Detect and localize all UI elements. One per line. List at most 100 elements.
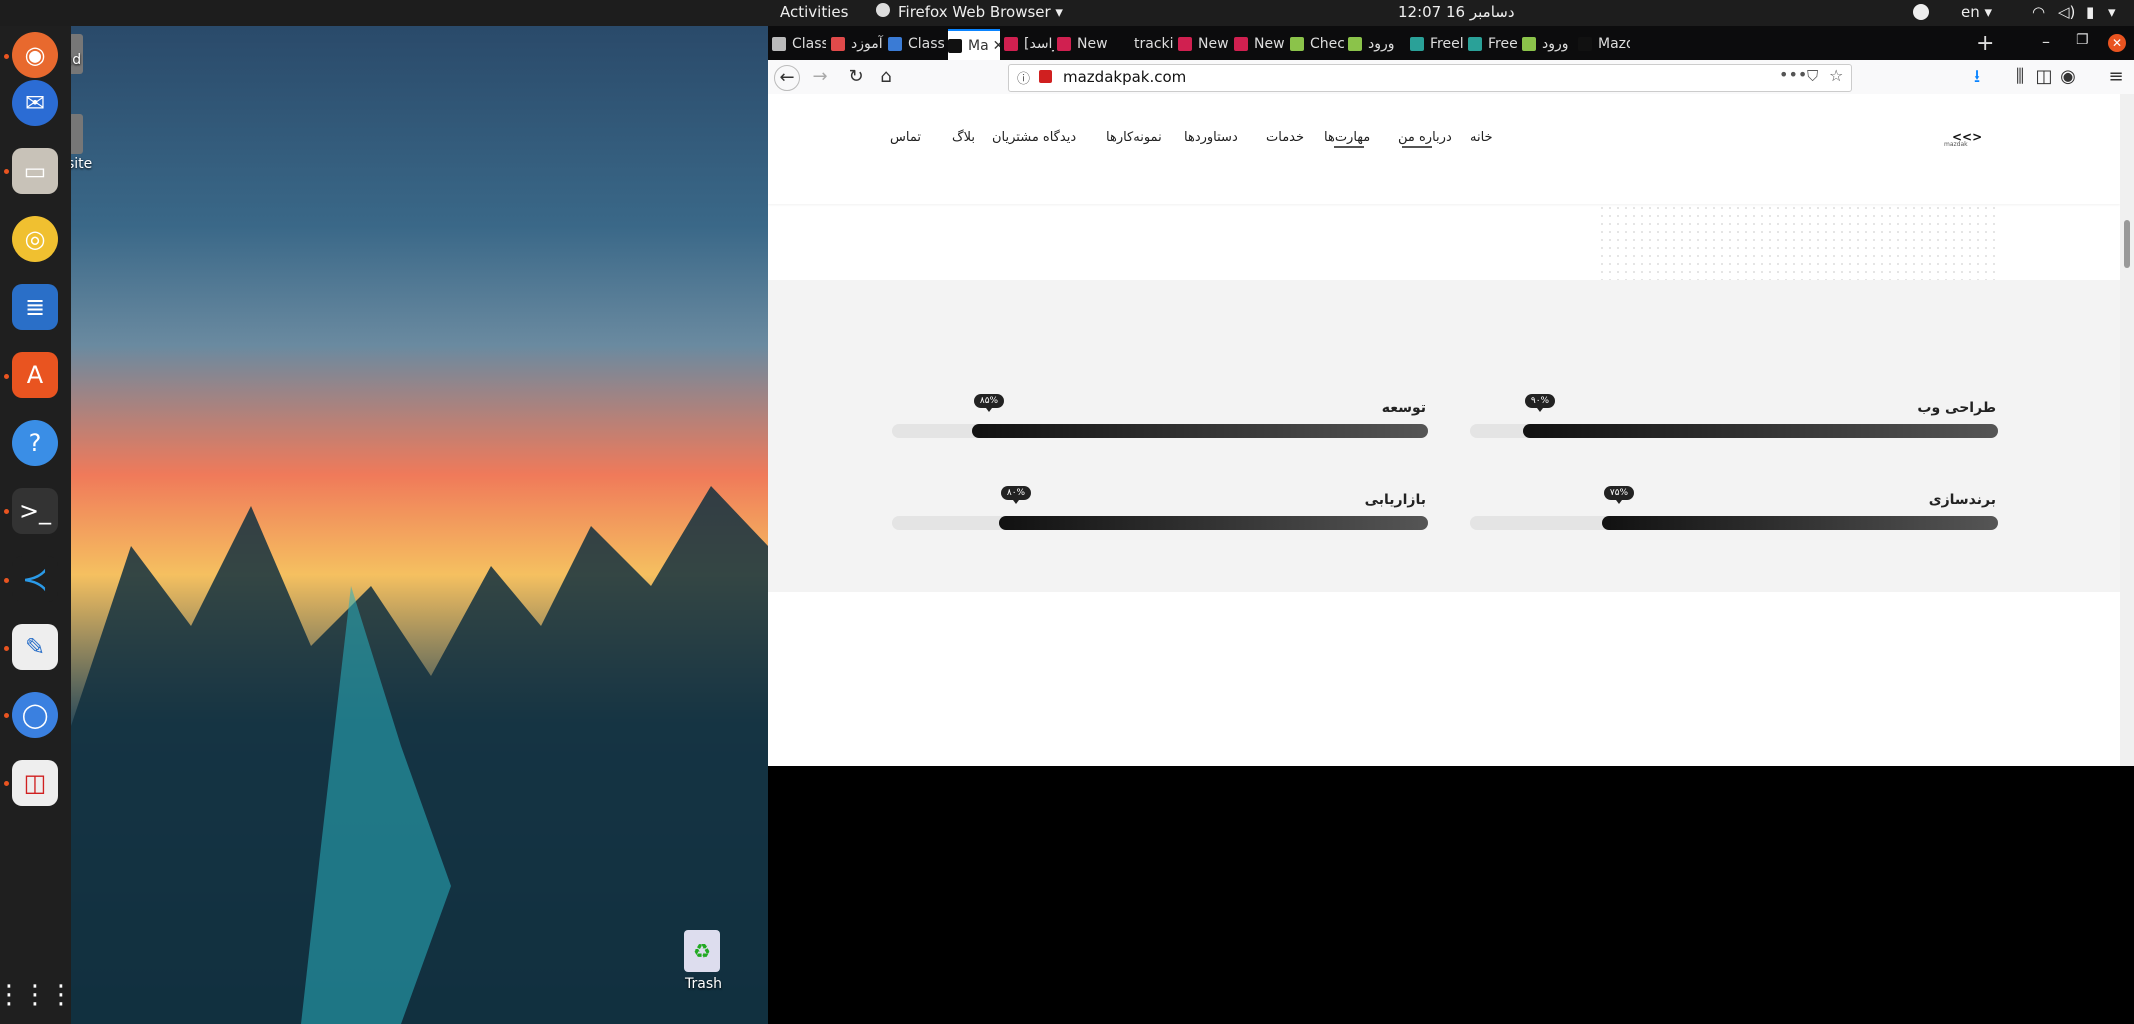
skype-tray-icon[interactable] — [1913, 4, 1929, 20]
tab-favicon — [1522, 36, 1536, 51]
tab-label: Mazd — [1598, 35, 1630, 52]
tab-strip: ClassآموزدClassMa✕[راسدNewtrackingNewNew… — [768, 26, 2134, 60]
menu-active-underline — [1402, 146, 1432, 148]
browser-tab[interactable]: New — [1234, 29, 1286, 58]
text-editor-icon[interactable]: ✎ — [12, 624, 58, 670]
firefox-icon[interactable]: ◉ — [12, 32, 58, 78]
menu-item[interactable]: تماس — [890, 130, 921, 145]
tab-favicon — [1178, 36, 1192, 51]
url-text[interactable]: mazdakpak.com — [1063, 68, 1186, 86]
browser-tab[interactable]: Freel — [1410, 29, 1464, 58]
browser-tab[interactable]: Class — [772, 29, 826, 58]
skill-percent-badge: ۹۰% — [1525, 394, 1555, 412]
skill-label: توسعه — [1381, 400, 1426, 416]
battery-icon[interactable]: ▮ — [2086, 3, 2094, 21]
tab-label: [راسد — [1024, 35, 1054, 52]
menu-item[interactable]: خانه — [1470, 130, 1493, 145]
browser-tab[interactable]: tracking — [1114, 29, 1174, 58]
tab-label: Freel — [1430, 35, 1464, 52]
browser-tab[interactable]: Mazd — [1578, 29, 1630, 58]
software-icon[interactable]: A — [12, 352, 58, 398]
language-selector[interactable]: en ▾ — [1961, 3, 1992, 21]
page-lower-area — [768, 592, 2120, 766]
tab-label: Class — [792, 35, 826, 52]
sidebar-icon[interactable]: ◫ — [2032, 65, 2056, 89]
tab-favicon — [1004, 36, 1018, 51]
browser-tab[interactable]: ورود — [1522, 29, 1576, 58]
skill-percent-badge: ۸۰% — [1001, 486, 1031, 504]
vscode-icon[interactable]: ≺ — [12, 556, 58, 602]
help-icon[interactable]: ? — [12, 420, 58, 466]
wifi-icon[interactable]: ◠ — [2032, 3, 2045, 21]
tab-favicon — [831, 36, 845, 51]
browser-tab[interactable]: New — [1178, 29, 1230, 58]
menu-item[interactable]: دیدگاه مشتریان — [992, 130, 1076, 145]
chromium-icon[interactable]: ◯ — [12, 692, 58, 738]
close-window-button[interactable]: ✕ — [2108, 34, 2126, 52]
web-page: <<> mazdak خانه درباره من مهارت‌ها خدمات دست… — [768, 94, 2120, 766]
document-viewer-icon[interactable]: ◫ — [12, 760, 58, 806]
pocket-icon[interactable]: ⛉ — [1807, 67, 1818, 85]
tab-label: New — [1254, 35, 1285, 52]
files-icon[interactable]: ▭ — [12, 148, 58, 194]
browser-tab[interactable]: Freel — [1468, 29, 1518, 58]
reload-button[interactable]: ↻ — [844, 65, 868, 89]
apps-grid-icon[interactable]: ⋮⋮⋮ — [0, 972, 74, 1018]
maximize-button[interactable]: ❐ — [2076, 32, 2089, 48]
activities-button[interactable]: Activities — [780, 3, 848, 21]
browser-tab[interactable]: New — [1057, 29, 1109, 58]
skill-label: برندسازی — [1928, 492, 1996, 508]
page-actions-icon[interactable]: ••• — [1779, 65, 1807, 84]
menu-item[interactable]: مهارت‌ها — [1324, 130, 1370, 145]
writer-icon[interactable]: ≣ — [12, 284, 58, 330]
library-icon[interactable]: ⫼ — [2008, 65, 2032, 89]
tab-favicon — [1348, 36, 1362, 51]
page-scrollbar[interactable] — [2120, 94, 2134, 766]
menu-item[interactable]: نمونه‌کارها — [1106, 130, 1162, 145]
site-logo[interactable]: <<> mazdak — [1944, 130, 1982, 148]
account-icon[interactable]: ◉ — [2056, 65, 2080, 89]
skill-progress-fill — [999, 516, 1428, 530]
terminal-icon[interactable]: >_ — [12, 488, 58, 534]
forward-button[interactable]: → — [808, 65, 832, 89]
menu-item[interactable]: خدمات — [1266, 130, 1304, 145]
back-button[interactable]: ← — [774, 65, 800, 91]
app-menu[interactable]: Firefox Web Browser ▾ — [898, 3, 1063, 21]
browser-tab[interactable]: [راسد — [1004, 29, 1054, 58]
home-button[interactable]: ⌂ — [874, 65, 898, 89]
menu-item[interactable]: درباره من — [1398, 130, 1452, 145]
clock[interactable]: 12:07 16 دسامبر — [1398, 3, 1515, 21]
system-menu-chevron-icon[interactable]: ▾ — [2108, 3, 2116, 21]
info-icon[interactable]: ⓘ — [1017, 68, 1030, 87]
tab-label: tracking — [1134, 35, 1174, 52]
browser-tab[interactable]: آموزد — [831, 29, 885, 58]
skills-section: طراحی وب ۹۰% توسعه ۸۵% برندسازی ۷۵% بازاریابی ۸… — [768, 280, 2120, 592]
browser-tab[interactable]: Chec — [1290, 29, 1344, 58]
thunderbird-icon[interactable]: ✉ — [12, 80, 58, 126]
trash-label: Trash — [685, 976, 722, 992]
new-tab-button[interactable]: + — [1976, 31, 1994, 56]
trash-icon[interactable]: ♻ — [684, 930, 720, 972]
rhythmbox-icon[interactable]: ◎ — [12, 216, 58, 262]
bookmark-star-icon[interactable]: ☆ — [1829, 66, 1843, 85]
close-tab-icon[interactable]: ✕ — [993, 38, 1000, 54]
downloads-icon[interactable]: ⭳ — [1965, 65, 1989, 89]
logo-text: mazdak — [1944, 141, 1968, 148]
skill-percent-badge: ۸۵% — [974, 394, 1004, 412]
minimize-button[interactable]: – — [2042, 32, 2050, 51]
tab-label: Freel — [1488, 35, 1518, 52]
site-header — [768, 94, 2120, 204]
volume-icon[interactable]: ◁) — [2058, 3, 2075, 21]
url-bar[interactable]: ⓘ mazdakpak.com ••• ⛉ ☆ — [1008, 64, 1852, 92]
menu-icon[interactable]: ≡ — [2104, 65, 2128, 89]
browser-tab[interactable]: ورود — [1348, 29, 1406, 58]
browser-tab[interactable]: Ma✕ — [948, 29, 1000, 60]
menu-item[interactable]: دستاوردها — [1184, 130, 1238, 145]
scrollbar-thumb[interactable] — [2124, 220, 2130, 268]
desktop-icon-site[interactable] — [71, 114, 83, 154]
skill-progress-fill — [1523, 424, 1998, 438]
menu-item[interactable]: بلاگ — [952, 130, 975, 145]
firefox-app-icon — [876, 3, 890, 17]
browser-tab[interactable]: Class — [888, 29, 944, 58]
tab-favicon — [1057, 36, 1071, 51]
